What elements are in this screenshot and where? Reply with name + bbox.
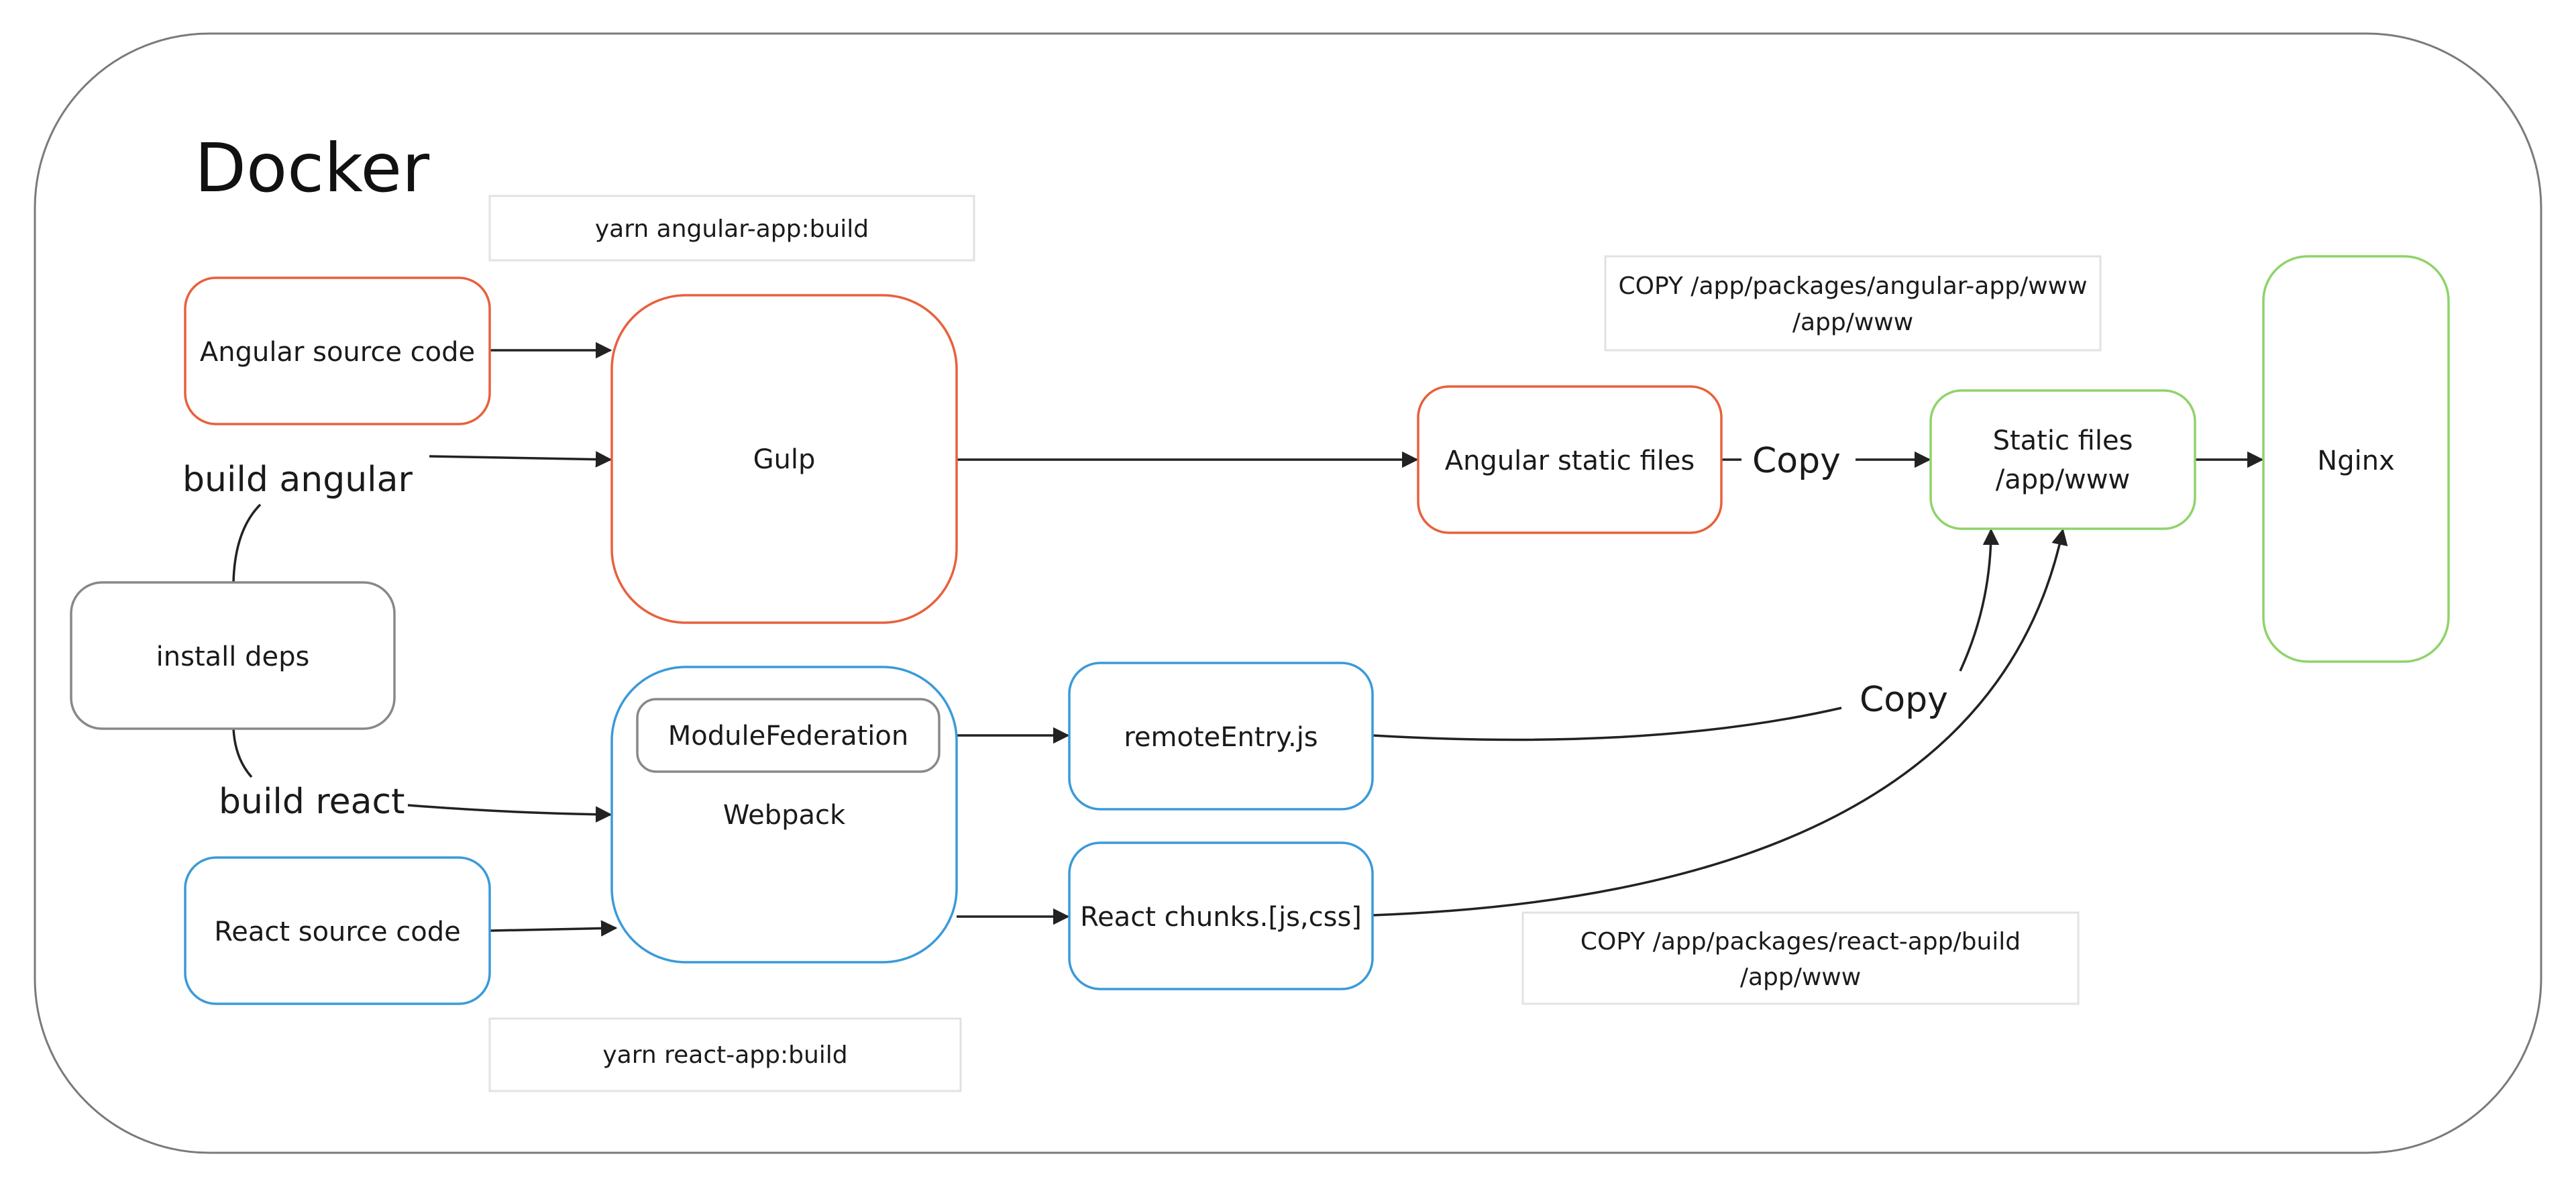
- node-gulp[interactable]: Gulp: [610, 294, 958, 624]
- node-static-files[interactable]: Static files /app/www: [1929, 389, 2196, 530]
- docker-diagram-canvas: Docker yarn angular-app:build COPY /app/…: [34, 32, 2542, 1154]
- svg-text:React chunks.[js,css]: React chunks.[js,css]: [1080, 902, 1362, 933]
- node-install-deps[interactable]: install deps: [70, 581, 396, 730]
- svg-text:/app/www: /app/www: [1740, 964, 1861, 991]
- svg-text:COPY /app/packages/angular-app: COPY /app/packages/angular-app/www: [1618, 272, 2087, 300]
- label-build-angular: build angular: [182, 460, 413, 500]
- label-copy-react: Copy: [1860, 680, 1948, 720]
- svg-text:yarn react-app:build: yarn react-app:build: [602, 1041, 847, 1069]
- node-remote-entry[interactable]: remoteEntry.js: [1068, 662, 1374, 811]
- svg-text:Nginx: Nginx: [2317, 446, 2394, 476]
- node-module-federation[interactable]: ModuleFederation: [636, 698, 941, 773]
- svg-text:ModuleFederation: ModuleFederation: [668, 721, 908, 752]
- svg-text:Gulp: Gulp: [753, 444, 816, 475]
- note-copy-angular: COPY /app/packages/angular-app/www /app/…: [1604, 255, 2102, 352]
- label-copy-angular: Copy: [1752, 441, 1841, 481]
- svg-text:install deps: install deps: [156, 641, 310, 672]
- svg-text:yarn angular-app:build: yarn angular-app:build: [595, 215, 869, 243]
- docker-title: Docker: [195, 129, 430, 207]
- svg-text:Webpack: Webpack: [723, 800, 846, 831]
- note-copy-react: COPY /app/packages/react-app/build /app/…: [1521, 911, 2080, 1005]
- node-nginx[interactable]: Nginx: [2262, 255, 2450, 663]
- svg-text:React source code: React source code: [214, 917, 461, 947]
- svg-text:COPY /app/packages/react-app/b: COPY /app/packages/react-app/build: [1580, 928, 2021, 956]
- svg-text:/app/www: /app/www: [1792, 309, 1913, 336]
- note-yarn-react: yarn react-app:build: [488, 1017, 962, 1092]
- label-build-react: build react: [219, 782, 405, 822]
- svg-text:/app/www: /app/www: [1996, 464, 2130, 495]
- node-angular-static-files[interactable]: Angular static files: [1417, 385, 1723, 534]
- svg-text:Static files: Static files: [1993, 425, 2133, 456]
- svg-text:Angular source code: Angular source code: [200, 337, 475, 368]
- node-angular-source-code[interactable]: Angular source code: [184, 276, 491, 425]
- node-react-source-code[interactable]: React source code: [184, 856, 491, 1005]
- node-react-chunks[interactable]: React chunks.[js,css]: [1068, 841, 1374, 990]
- note-yarn-angular: yarn angular-app:build: [488, 195, 975, 262]
- svg-text:Angular static files: Angular static files: [1445, 446, 1695, 476]
- svg-text:remoteEntry.js: remoteEntry.js: [1124, 722, 1318, 753]
